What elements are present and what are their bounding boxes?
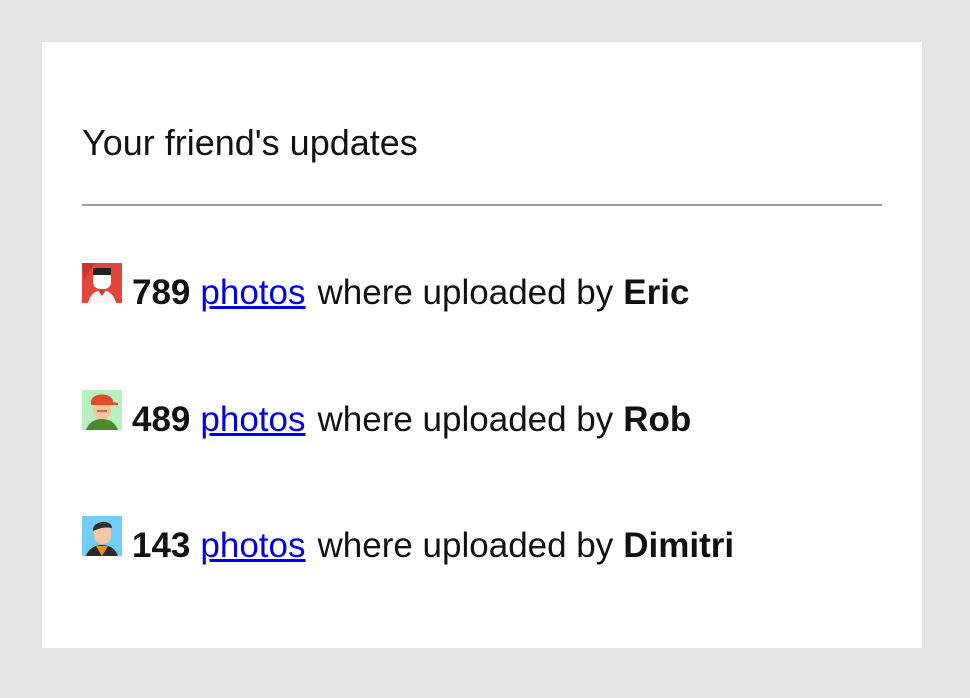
eric-avatar-icon	[82, 263, 122, 303]
rob-avatar-icon	[82, 390, 122, 430]
update-list: 789 photos where uploaded by Eric 489 ph…	[82, 42, 882, 648]
photo-count: 489	[132, 400, 191, 439]
update-text: where uploaded by	[317, 526, 614, 565]
update-text: where uploaded by	[317, 273, 614, 312]
updates-card: Your friend's updates 789 photos where u…	[42, 42, 922, 648]
list-item: 143 photos where uploaded by Dimitri	[82, 516, 735, 571]
update-text: where uploaded by	[317, 400, 614, 439]
user-name: Rob	[623, 400, 692, 439]
photo-count: 789	[132, 273, 191, 312]
list-item: 789 photos where uploaded by Eric	[82, 263, 690, 318]
photos-link[interactable]: photos	[200, 273, 305, 313]
photo-count: 143	[132, 526, 191, 565]
list-item: 489 photos where uploaded by Rob	[82, 390, 692, 445]
user-name: Dimitri	[623, 526, 735, 565]
dimitri-avatar-icon	[82, 516, 122, 556]
photos-link[interactable]: photos	[200, 400, 305, 440]
photos-link[interactable]: photos	[200, 526, 305, 566]
user-name: Eric	[623, 273, 690, 312]
